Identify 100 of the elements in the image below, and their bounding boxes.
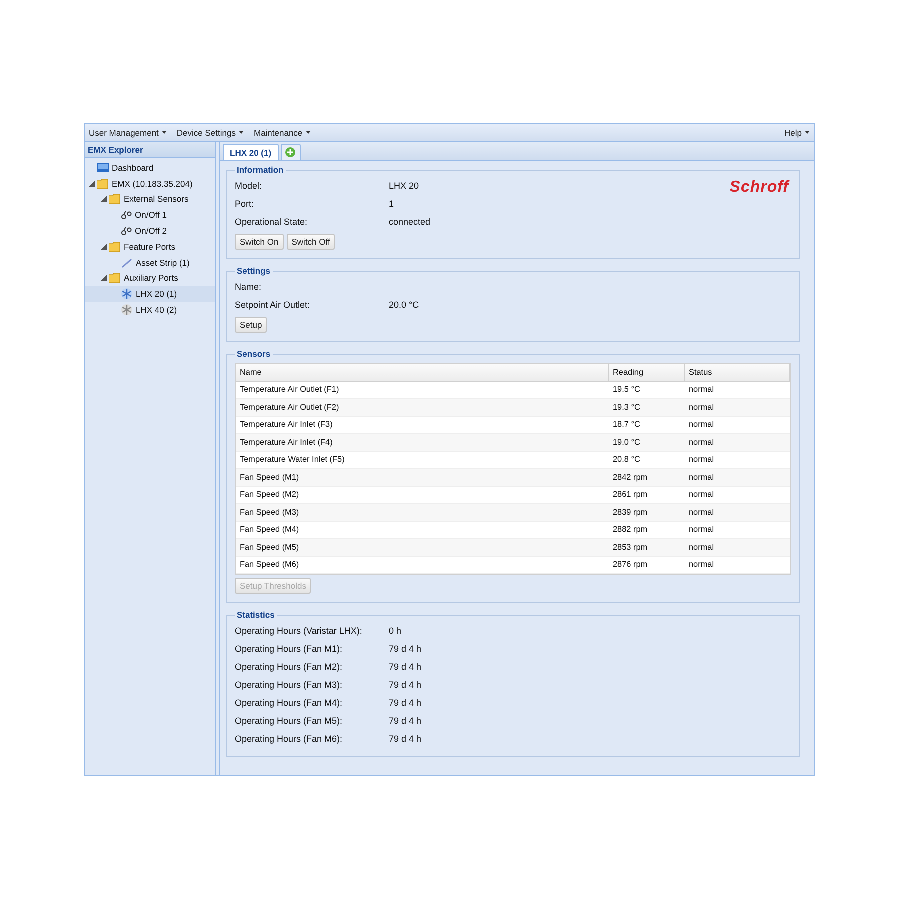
- table-cell-text: Fan Speed (M6): [239, 560, 300, 570]
- menu-item[interactable]: User Management: [89, 128, 159, 138]
- table-cell-text: Fan Speed (M2): [239, 490, 300, 500]
- expander-icon[interactable]: [101, 196, 107, 202]
- table-cell-text: Fan Speed (M1): [239, 472, 300, 482]
- table-cell-text: normal: [688, 525, 716, 534]
- table-cell-text: 20.8 °C: [612, 455, 642, 464]
- field-value: 79 d 4 h: [389, 698, 422, 708]
- tree-item[interactable]: EMX (10.183.35.204): [85, 176, 215, 192]
- section-title: Settings: [236, 266, 272, 276]
- tree-item[interactable]: Dashboard: [85, 160, 215, 176]
- field-label: Operating Hours (Fan M4):: [235, 698, 344, 708]
- table-cell-text: normal: [688, 490, 716, 500]
- field-value: 0 h: [389, 626, 402, 636]
- field-label: Operating Hours (Fan M5):: [235, 716, 344, 726]
- expander-icon[interactable]: [89, 180, 95, 187]
- table-cell-text: Temperature Water Inlet (F5): [239, 455, 346, 464]
- section-title: Information: [236, 165, 285, 175]
- table-cell-text: normal: [688, 420, 716, 430]
- action-button[interactable]: Switch On: [235, 234, 284, 250]
- table-cell-text: Fan Speed (M5): [239, 542, 300, 552]
- snowflake-icon: [121, 304, 133, 316]
- caret-icon: [162, 131, 167, 134]
- field-label: Operating Hours (Fan M2):: [235, 662, 344, 672]
- table-cell-text: normal: [688, 402, 716, 412]
- folder-icon: [109, 194, 121, 204]
- tree-item[interactable]: LHX 20 (1): [85, 286, 215, 302]
- menu-item[interactable]: Maintenance: [254, 128, 303, 138]
- plus-icon: [285, 147, 296, 158]
- column-header[interactable]: Reading: [609, 364, 685, 380]
- field-value: 1: [389, 199, 394, 209]
- field-value: 79 d 4 h: [389, 644, 422, 654]
- table-cell-text: 19.5 °C: [612, 385, 642, 394]
- menu-item[interactable]: Device Settings: [176, 128, 236, 138]
- field-label: Model:: [235, 181, 264, 191]
- action-button[interactable]: Setup: [235, 317, 268, 333]
- action-button[interactable]: Switch Off: [286, 234, 336, 250]
- table-cell-text: Fan Speed (M4): [239, 525, 300, 534]
- snowflake-icon: [121, 288, 133, 300]
- help-menu[interactable]: Help: [784, 128, 802, 138]
- sensor-icon: [121, 226, 132, 236]
- tree-item[interactable]: On/Off 1: [85, 207, 215, 224]
- field-label: Setpoint Air Outlet:: [235, 300, 312, 310]
- caret-icon: [306, 131, 311, 134]
- field-value: 79 d 4 h: [389, 734, 422, 744]
- field-label: Operating Hours (Fan M1):: [235, 644, 344, 654]
- field-label: Operating Hours (Fan M6):: [235, 734, 344, 744]
- field-value: connected: [389, 217, 431, 227]
- add-tab-button[interactable]: [280, 144, 301, 160]
- expander-icon[interactable]: [101, 275, 107, 282]
- table-cell-text: normal: [688, 472, 716, 482]
- tree-item[interactable]: Feature Ports: [85, 238, 215, 255]
- table-cell-text: Temperature Air Inlet (F4): [239, 438, 334, 447]
- section-title: Sensors: [236, 349, 272, 359]
- table-cell-text: normal: [688, 385, 716, 394]
- expander-icon[interactable]: [101, 244, 107, 250]
- column-header[interactable]: Name: [236, 364, 609, 380]
- field-label: Operating Hours (Fan M3):: [235, 680, 344, 690]
- field-label: Port:: [235, 199, 256, 209]
- field-label: Operational State:: [235, 217, 309, 227]
- table-cell-text: normal: [688, 542, 716, 552]
- table-cell-text: Temperature Air Outlet (F2): [239, 402, 340, 412]
- table-cell-text: 2882 rpm: [612, 525, 649, 534]
- field-value: 79 d 4 h: [389, 680, 422, 690]
- tree-item[interactable]: LHX 40 (2): [85, 302, 215, 318]
- table-cell-text: 19.0 °C: [612, 438, 642, 447]
- field-value: 20.0 °C: [389, 300, 420, 310]
- folder-icon: [97, 178, 109, 189]
- tree-item[interactable]: Auxiliary Ports: [85, 270, 215, 286]
- logo: Schroff: [730, 179, 789, 197]
- tree-item[interactable]: Asset Strip (1): [85, 254, 215, 271]
- tree-item[interactable]: External Sensors: [85, 192, 215, 208]
- table-cell-text: 2839 rpm: [612, 508, 649, 517]
- table-cell-text: 18.7 °C: [612, 420, 642, 430]
- field-value: 79 d 4 h: [389, 662, 422, 672]
- table-cell-text: 2876 rpm: [612, 560, 649, 570]
- table-cell-text: 2853 rpm: [612, 542, 649, 552]
- monitor-icon: [97, 163, 109, 172]
- panel-title: EMX Explorer: [88, 144, 144, 154]
- caret-icon: [238, 131, 244, 134]
- column-header[interactable]: Status: [685, 364, 790, 380]
- table-cell-text: 2861 rpm: [612, 490, 649, 500]
- field-value: 79 d 4 h: [389, 716, 422, 726]
- sensor-icon: [121, 210, 132, 220]
- field-value: LHX 20: [389, 181, 420, 191]
- table-cell-text: normal: [688, 438, 716, 447]
- tab[interactable]: LHX 20 (1): [223, 144, 279, 160]
- table-cell-text: 2842 rpm: [612, 472, 649, 482]
- folder-icon: [109, 242, 121, 252]
- caret-icon: [805, 131, 810, 134]
- section-title: Statistics: [236, 610, 276, 620]
- table-cell-text: normal: [688, 508, 716, 517]
- table-cell-text: normal: [688, 455, 716, 464]
- folder-icon: [109, 273, 121, 284]
- table-cell-text: Temperature Air Inlet (F3): [239, 420, 334, 430]
- field-label: Name:: [235, 282, 263, 292]
- table-cell-text: Temperature Air Outlet (F1): [239, 385, 340, 394]
- tree-item[interactable]: On/Off 2: [85, 223, 215, 239]
- strip-icon: [121, 258, 133, 268]
- field-label: Operating Hours (Varistar LHX):: [235, 626, 364, 636]
